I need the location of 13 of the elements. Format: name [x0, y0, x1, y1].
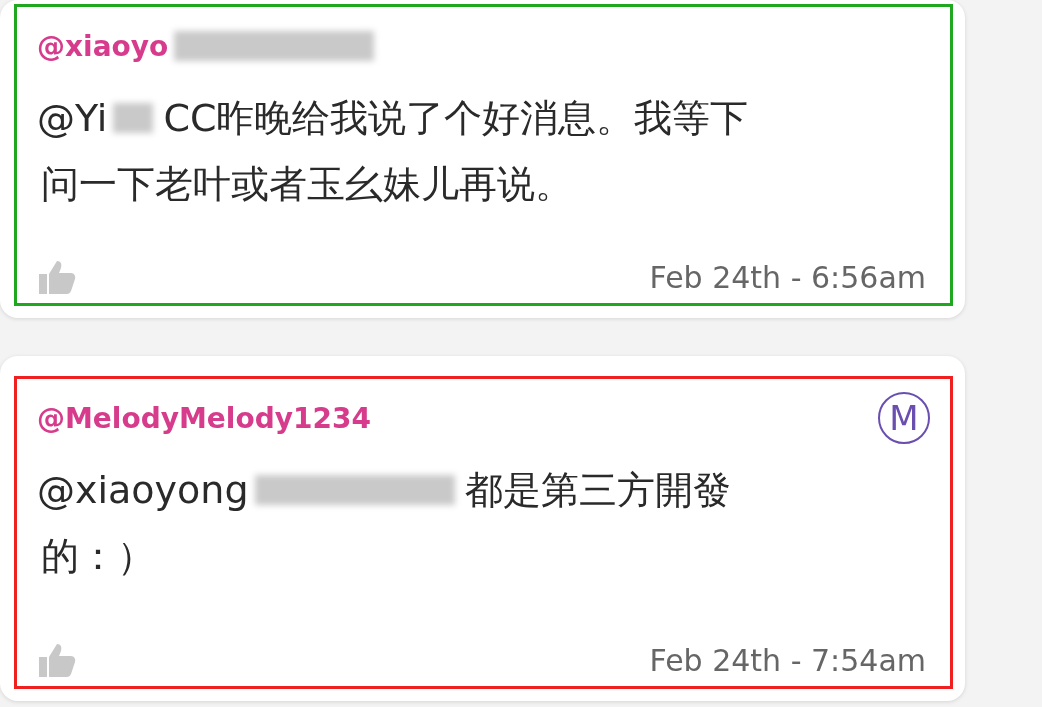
comment-text: 问一下老叶或者玉幺妹儿再说。 [41, 161, 573, 208]
username[interactable]: @MelodyMelody1234 [37, 401, 371, 435]
timestamp: Feb 24th - 6:56am [649, 260, 926, 295]
comment-text: 都是第三方開發 [464, 467, 731, 514]
avatar-badge: M [878, 392, 930, 444]
timestamp: Feb 24th - 7:54am [649, 643, 926, 678]
mention-link[interactable]: @Yi [37, 85, 108, 151]
thumbs-up-icon[interactable] [37, 642, 77, 678]
comment-text: 的：） [41, 533, 155, 580]
mention-link[interactable]: @xiaoyong [37, 457, 249, 523]
thumbs-up-icon[interactable] [37, 259, 77, 295]
username[interactable]: @xiaoyo [37, 29, 169, 63]
comment-text: CC昨晚给我说了个好消息。我等下 [163, 95, 749, 142]
